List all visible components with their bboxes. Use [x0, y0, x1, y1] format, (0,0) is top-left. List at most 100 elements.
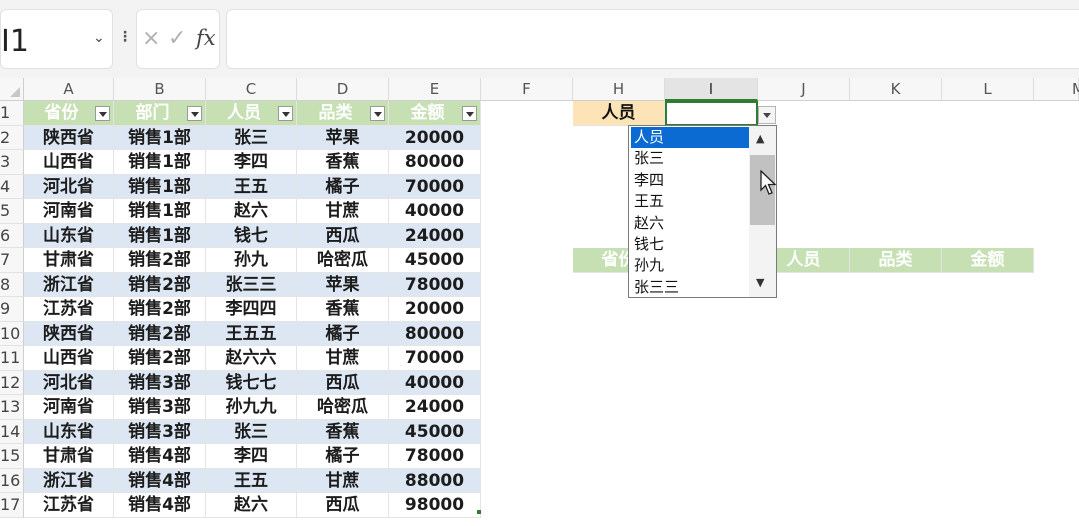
table-cell[interactable]: 孙九九: [206, 395, 297, 420]
cancel-icon[interactable]: ×: [142, 26, 160, 51]
table-cell[interactable]: 王五五: [206, 321, 297, 346]
table-cell[interactable]: 80000: [389, 321, 481, 346]
table-cell[interactable]: 张三三: [206, 272, 297, 297]
table-cell[interactable]: 李四: [206, 444, 297, 469]
column-header-c[interactable]: C: [206, 78, 297, 101]
dropdown-option[interactable]: 张三三: [631, 277, 750, 298]
row-header[interactable]: 3: [0, 150, 24, 175]
table-cell[interactable]: 橘子: [297, 444, 389, 469]
table-header-cell[interactable]: 人员: [206, 101, 297, 126]
lookup-label[interactable]: 人员: [573, 101, 665, 126]
column-header-f[interactable]: F: [481, 78, 573, 101]
table-cell[interactable]: 销售3部: [114, 419, 206, 444]
table-cell[interactable]: 李四四: [206, 297, 297, 322]
check-icon[interactable]: ✓: [168, 26, 186, 51]
row-header[interactable]: 8: [0, 272, 24, 297]
filter-button[interactable]: [462, 106, 477, 121]
scroll-down-icon[interactable]: ▼: [756, 276, 764, 289]
table-cell[interactable]: 销售3部: [114, 395, 206, 420]
row-header[interactable]: 14: [0, 419, 24, 444]
table-cell[interactable]: 销售1部: [114, 125, 206, 150]
row-header[interactable]: 15: [0, 444, 24, 469]
more-options-icon[interactable]: ⋮: [118, 30, 132, 44]
result-header-cell[interactable]: 金额: [942, 248, 1034, 273]
dropdown-scrollbar[interactable]: ▲ ▼: [749, 126, 776, 297]
dropdown-option[interactable]: 王五: [631, 191, 750, 212]
row-header[interactable]: 4: [0, 174, 24, 199]
table-cell[interactable]: 销售4部: [114, 468, 206, 493]
table-cell[interactable]: 香蕉: [297, 150, 389, 175]
table-cell[interactable]: 江苏省: [24, 493, 114, 518]
table-cell[interactable]: 河北省: [24, 370, 114, 395]
table-cell[interactable]: 西瓜: [297, 493, 389, 518]
table-cell[interactable]: 浙江省: [24, 272, 114, 297]
table-cell[interactable]: 赵六六: [206, 346, 297, 371]
formula-input[interactable]: [226, 9, 1079, 69]
row-header[interactable]: 10: [0, 321, 24, 346]
filter-button[interactable]: [370, 106, 385, 121]
table-cell[interactable]: 哈密瓜: [297, 395, 389, 420]
table-cell[interactable]: 钱七: [206, 223, 297, 248]
table-cell[interactable]: 销售1部: [114, 223, 206, 248]
scroll-up-icon[interactable]: ▲: [756, 132, 764, 145]
column-header-l[interactable]: L: [942, 78, 1034, 101]
table-cell[interactable]: 山东省: [24, 223, 114, 248]
dropdown-option[interactable]: 孙九: [631, 255, 750, 276]
table-cell[interactable]: 销售3部: [114, 370, 206, 395]
table-cell[interactable]: 80000: [389, 150, 481, 175]
row-header[interactable]: 13: [0, 395, 24, 420]
table-cell[interactable]: 香蕉: [297, 419, 389, 444]
column-header-d[interactable]: D: [297, 78, 389, 101]
table-cell[interactable]: 河南省: [24, 199, 114, 224]
table-cell[interactable]: 河北省: [24, 174, 114, 199]
table-cell[interactable]: 孙九: [206, 248, 297, 273]
table-cell[interactable]: 赵六: [206, 199, 297, 224]
table-cell[interactable]: 24000: [389, 395, 481, 420]
lookup-input-cell[interactable]: [665, 101, 758, 126]
column-header-e[interactable]: E: [389, 78, 481, 101]
row-header[interactable]: 11: [0, 346, 24, 371]
table-cell[interactable]: 销售1部: [114, 174, 206, 199]
filter-button[interactable]: [187, 106, 202, 121]
row-header[interactable]: 9: [0, 297, 24, 322]
table-cell[interactable]: 张三: [206, 125, 297, 150]
row-header[interactable]: 2: [0, 125, 24, 150]
table-cell[interactable]: 西瓜: [297, 370, 389, 395]
table-cell[interactable]: 78000: [389, 272, 481, 297]
table-cell[interactable]: 西瓜: [297, 223, 389, 248]
table-cell[interactable]: 45000: [389, 419, 481, 444]
table-cell[interactable]: 70000: [389, 346, 481, 371]
chevron-down-icon[interactable]: ⌄: [93, 30, 105, 46]
row-header[interactable]: 5: [0, 199, 24, 224]
function-icon[interactable]: fx: [196, 26, 216, 50]
table-cell[interactable]: 山西省: [24, 346, 114, 371]
table-cell[interactable]: 销售2部: [114, 321, 206, 346]
table-cell[interactable]: 98000: [389, 493, 481, 518]
dropdown-option[interactable]: 李四: [631, 170, 750, 191]
table-cell[interactable]: 李四: [206, 150, 297, 175]
table-cell[interactable]: 陕西省: [24, 321, 114, 346]
table-cell[interactable]: 销售4部: [114, 444, 206, 469]
table-cell[interactable]: 赵六: [206, 493, 297, 518]
table-cell[interactable]: 江苏省: [24, 297, 114, 322]
table-header-cell[interactable]: 省份: [24, 101, 114, 126]
table-cell[interactable]: 山西省: [24, 150, 114, 175]
row-header[interactable]: 7: [0, 248, 24, 273]
table-cell[interactable]: 河南省: [24, 395, 114, 420]
dropdown-option[interactable]: 钱七: [631, 234, 750, 255]
column-header-a[interactable]: A: [24, 78, 114, 101]
validation-dropdown-list[interactable]: 人员 张三 李四 王五 赵六 钱七 孙九 张三三 ▲ ▼: [628, 125, 777, 298]
dropdown-option[interactable]: 人员: [631, 127, 750, 148]
table-cell[interactable]: 销售4部: [114, 493, 206, 518]
table-cell[interactable]: 40000: [389, 199, 481, 224]
table-header-cell[interactable]: 部门: [114, 101, 206, 126]
table-cell[interactable]: 甘肃省: [24, 248, 114, 273]
row-header[interactable]: 6: [0, 223, 24, 248]
table-cell[interactable]: 甘蔗: [297, 468, 389, 493]
fill-handle[interactable]: [477, 510, 481, 514]
table-cell[interactable]: 70000: [389, 174, 481, 199]
table-cell[interactable]: 销售2部: [114, 346, 206, 371]
table-cell[interactable]: 销售2部: [114, 272, 206, 297]
table-cell[interactable]: 橘子: [297, 321, 389, 346]
table-cell[interactable]: 浙江省: [24, 468, 114, 493]
